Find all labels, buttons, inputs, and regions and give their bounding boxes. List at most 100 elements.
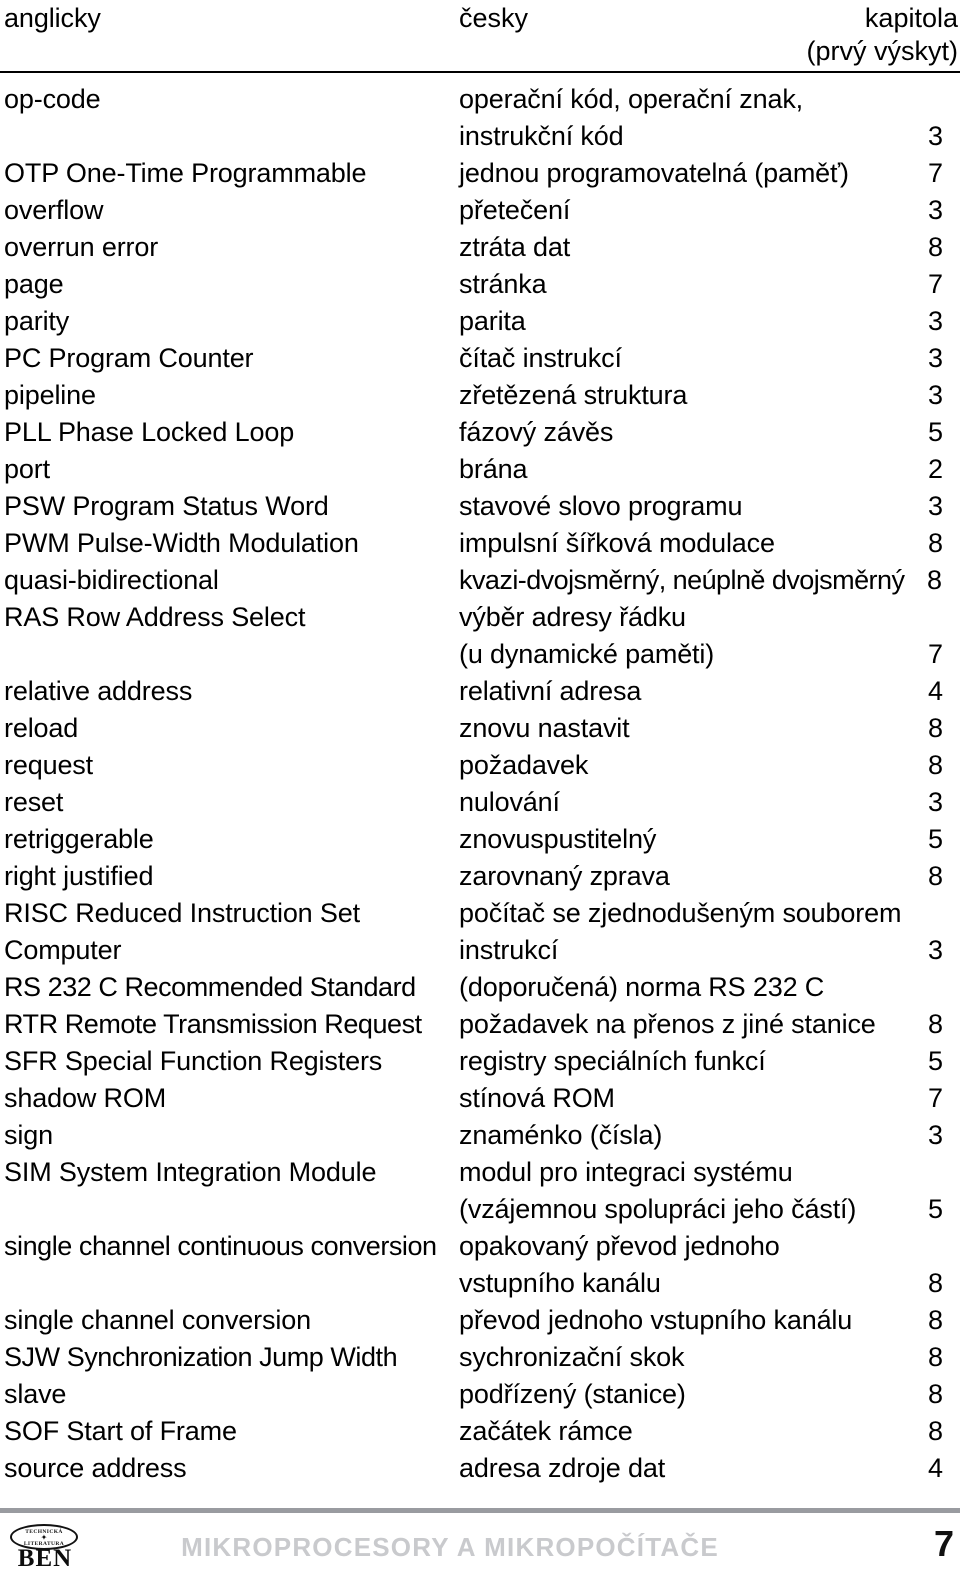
chapter-number: 5	[927, 1194, 943, 1224]
footer-divider	[0, 1508, 960, 1513]
term-czech: stránka	[459, 269, 547, 299]
term-english: shadow ROM	[4, 1083, 167, 1113]
table-row: PSW Program Status Word stavové slovo pro…	[0, 489, 960, 526]
term-czech: podřízený (stanice)	[459, 1379, 686, 1409]
term-czech: operační kód, operační znak,	[459, 84, 804, 114]
table-row: PLL Phase Locked Loop fázový závěs 5	[0, 415, 960, 452]
term-english: sign	[4, 1120, 53, 1150]
term-czech: výběr adresy řádku	[459, 602, 686, 632]
term-czech: vstupního kanálu	[459, 1268, 661, 1298]
term-english: SIM System Integration Module	[4, 1157, 377, 1187]
term-english: op-code	[4, 84, 101, 114]
term-czech: přetečení	[459, 195, 571, 225]
chapter-number: 7	[927, 269, 943, 299]
term-czech: znaménko (čísla)	[459, 1120, 663, 1150]
term-czech: adresa zdroje dat	[459, 1453, 666, 1483]
table-row: parity parita 3	[0, 304, 960, 341]
table-row: source address adresa zdroje dat 4	[0, 1451, 960, 1488]
chapter-number: 3	[927, 491, 943, 521]
table-row: relative address relativní adresa 4	[0, 674, 960, 711]
table-row: overflow přetečení 3	[0, 193, 960, 230]
term-czech: instrukcí	[459, 935, 559, 965]
table-row: PC Program Counter čítač instrukcí 3	[0, 341, 960, 378]
page-footer: TECHNICKÁ ✦ LITERATURA BEN MIKROPROCESOR…	[0, 1516, 960, 1572]
table-row: overrun error ztráta dat 8	[0, 230, 960, 267]
term-czech: fázový závěs	[459, 417, 614, 447]
term-english: reload	[4, 713, 79, 743]
term-english: port	[4, 454, 50, 484]
table-row: RS 232 C Recommended Standard (doporučená…	[0, 970, 960, 1007]
table-header: anglicky česky kapitola (prvý výskyt)	[0, 0, 960, 73]
term-english: parity	[4, 306, 70, 336]
table-row: SFR Special Function Registers registry s…	[0, 1044, 960, 1081]
chapter-number: 5	[927, 417, 943, 447]
table-row: single channel conversion převod jednoho …	[0, 1303, 960, 1340]
chapter-number: 8	[927, 1305, 943, 1335]
glossary-table: op-code operační kód, operační znak, instr…	[0, 82, 960, 1488]
term-czech: počítač se zjednodušeným souborem	[459, 898, 902, 928]
term-english: quasi-bidirectional	[4, 565, 219, 595]
term-czech: parita	[459, 306, 526, 336]
term-czech: nulování	[459, 787, 560, 817]
term-czech: stavové slovo programu	[459, 491, 743, 521]
chapter-number: 3	[927, 306, 943, 336]
term-english: request	[4, 750, 94, 780]
table-row: Computer instrukcí 3	[0, 933, 960, 970]
term-czech: začátek rámce	[459, 1416, 633, 1446]
term-english: relative address	[4, 676, 193, 706]
document-page: anglicky česky kapitola (prvý výskyt) op…	[0, 0, 960, 1572]
column-header-chapter: kapitola	[864, 3, 958, 33]
table-row: shadow ROM stínová ROM 7	[0, 1081, 960, 1118]
term-english: PC Program Counter	[4, 343, 254, 373]
term-czech: (u dynamické paměti)	[459, 639, 715, 669]
chapter-number: 8	[927, 1009, 943, 1039]
term-english: RAS Row Address Select	[4, 602, 306, 632]
chapter-number: 8	[927, 1268, 943, 1298]
chapter-number: 3	[927, 380, 943, 410]
table-row: SIM System Integration Module modul pro i…	[0, 1155, 960, 1192]
chapter-number: 4	[927, 1453, 943, 1483]
term-english: PWM Pulse-Width Modulation	[4, 528, 359, 558]
term-english: RISC Reduced Instruction Set	[4, 898, 360, 928]
column-header-czech: česky	[459, 3, 529, 33]
table-row: sign znaménko (čísla) 3	[0, 1118, 960, 1155]
table-row: SOF Start of Frame začátek rámce 8	[0, 1414, 960, 1451]
term-english: overflow	[4, 195, 104, 225]
term-english: right justified	[4, 861, 154, 891]
term-czech: ztráta dat	[459, 232, 571, 262]
chapter-number: 3	[927, 195, 943, 225]
table-row: instrukční kód 3	[0, 119, 960, 156]
chapter-number: 3	[927, 935, 943, 965]
table-row: op-code operační kód, operační znak,	[0, 82, 960, 119]
chapter-number: 8	[927, 1416, 943, 1446]
table-row: retriggerable znovuspustitelný 5	[0, 822, 960, 859]
table-row: RTR Remote Transmission Request požadavek…	[0, 1007, 960, 1044]
table-row: reset nulování 3	[0, 785, 960, 822]
term-czech: registry speciálních funkcí	[459, 1046, 766, 1076]
term-english: page	[4, 269, 64, 299]
table-row: port brána 2	[0, 452, 960, 489]
table-row: reload znovu nastavit 8	[0, 711, 960, 748]
table-row: RAS Row Address Select výběr adresy řádku	[0, 600, 960, 637]
chapter-number: 8	[927, 1342, 943, 1372]
table-row: quasi-bidirectional kvazi-dvojsměrný, neú…	[0, 563, 960, 600]
page-number: 7	[933, 1523, 954, 1564]
table-row: vstupního kanálu 8	[0, 1266, 960, 1303]
term-czech: čítač instrukcí	[459, 343, 622, 373]
term-czech: opakovaný převod jednoho	[459, 1231, 780, 1261]
chapter-number: 5	[927, 1046, 943, 1076]
term-english: SJW Synchronization Jump Width	[4, 1342, 398, 1372]
term-english: RTR Remote Transmission Request	[4, 1009, 422, 1039]
table-row: single channel continuous conversion opak…	[0, 1229, 960, 1266]
term-czech: stínová ROM	[459, 1083, 615, 1113]
column-header-chapter-note: (prvý výskyt)	[806, 36, 959, 66]
term-czech: (doporučená) norma RS 232 C	[459, 972, 825, 1002]
term-czech: sychronizační skok	[459, 1342, 685, 1372]
chapter-number: 3	[927, 343, 943, 373]
term-english: RS 232 C Recommended Standard	[4, 972, 416, 1002]
table-row: page stránka 7	[0, 267, 960, 304]
term-czech: zřetězená struktura	[459, 380, 688, 410]
chapter-number: 8	[927, 528, 943, 558]
table-row: OTP One-Time Programmable jednou programo…	[0, 156, 960, 193]
term-english: source address	[4, 1453, 187, 1483]
